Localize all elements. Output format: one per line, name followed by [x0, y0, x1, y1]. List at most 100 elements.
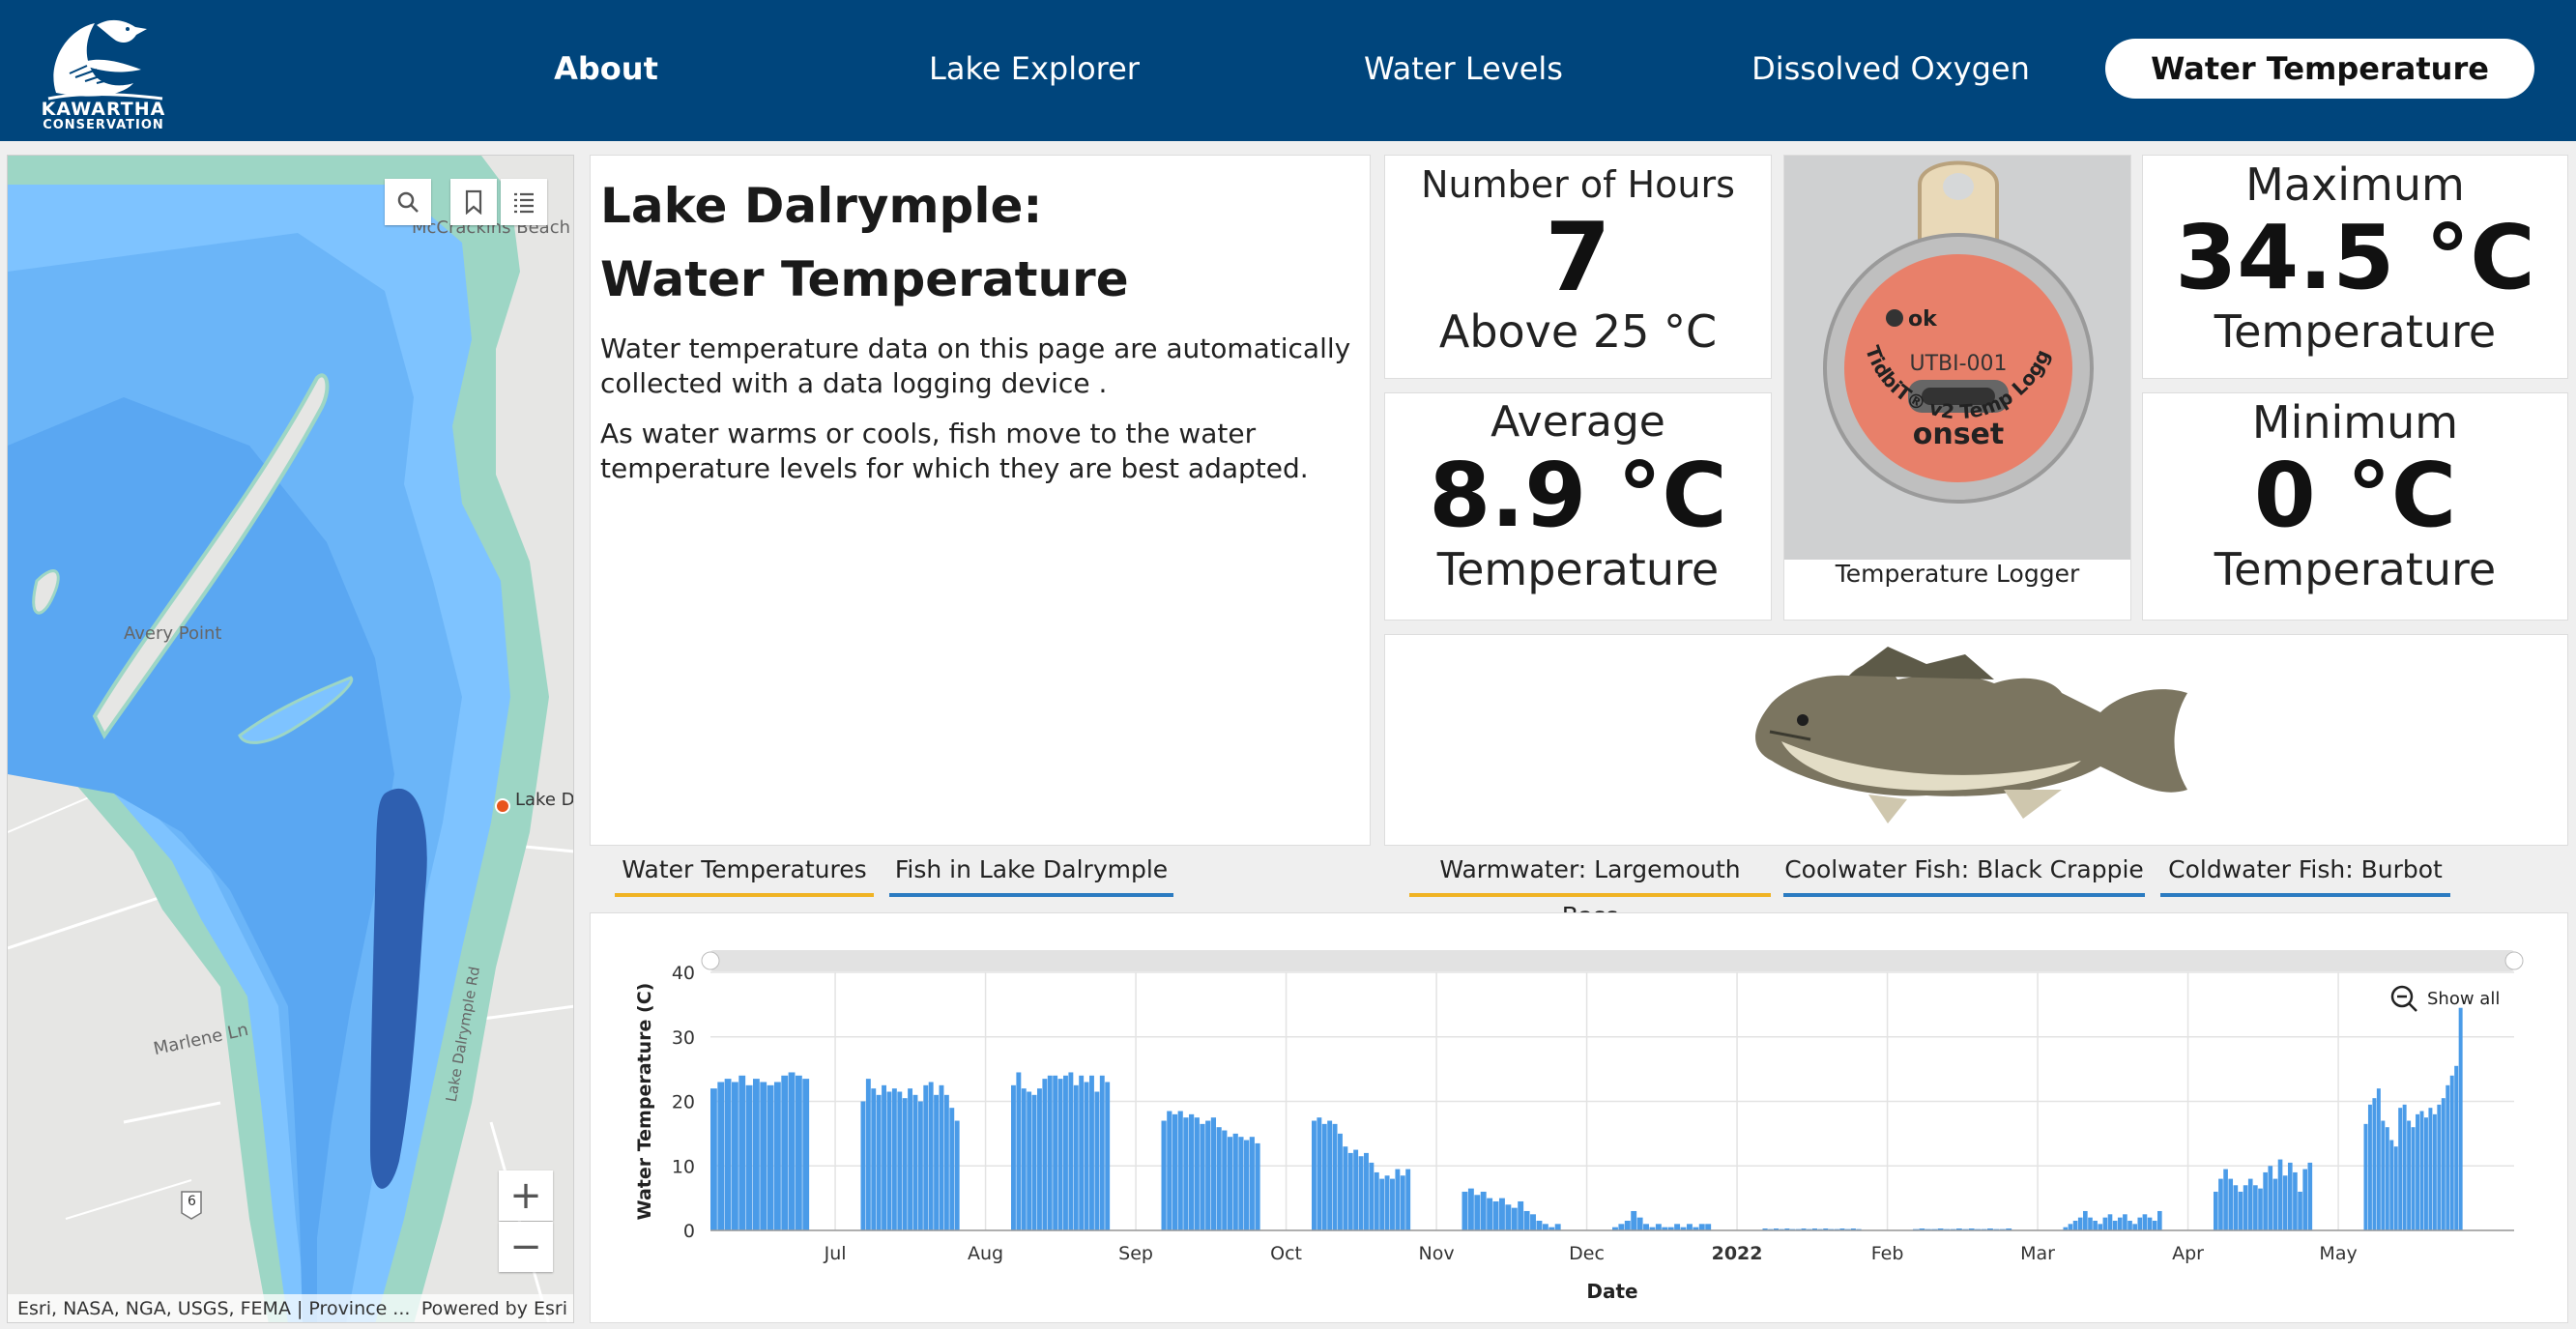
chart-bar — [795, 1075, 802, 1230]
x-tick-label: Sep — [1118, 1243, 1153, 1264]
chart-bar — [2385, 1127, 2389, 1230]
chart-bar — [1364, 1152, 1369, 1230]
stat-maximum-label: Maximum — [2245, 159, 2465, 211]
nav-lake-explorer[interactable]: Lake Explorer — [909, 39, 1160, 99]
chart-bar — [2372, 1098, 2377, 1230]
stat-hours-label: Number of Hours — [1421, 163, 1735, 206]
chart-bar — [724, 1079, 732, 1230]
chart-bar — [2458, 1007, 2463, 1230]
stat-maximum-temperature: Maximum 34.5 °C Temperature — [2142, 155, 2568, 379]
map-attribution[interactable]: Esri, NASA, NGA, USGS, FEMA | Province .… — [17, 1294, 410, 1322]
chart-bar — [1624, 1220, 1631, 1230]
tab-fish-in-lake-dalrymple[interactable]: Fish in Lake Dalrymple — [889, 847, 1173, 897]
tab-coldwater-burbot[interactable]: Coldwater Fish: Burbot — [2160, 847, 2450, 897]
chart-bar — [871, 1088, 877, 1230]
chart-bar — [2112, 1220, 2118, 1230]
chart-bar — [1057, 1079, 1063, 1230]
map-label-avery-point: Avery Point — [124, 623, 222, 644]
powered-by-esri[interactable]: Powered by Esri — [421, 1294, 567, 1322]
map-legend-button[interactable] — [501, 179, 547, 225]
nav-about[interactable]: About — [503, 39, 709, 99]
chart-bar — [1255, 1142, 1260, 1230]
chart-bar — [1405, 1169, 1411, 1230]
tab-water-temperatures[interactable]: Water Temperatures — [615, 847, 874, 897]
stat-minimum-label: Minimum — [2251, 396, 2459, 448]
stat-average-value: 8.9 °C — [1429, 444, 1727, 547]
fish-image-card — [1384, 634, 2568, 846]
stat-average-temperature: Average 8.9 °C Temperature — [1384, 392, 1772, 621]
chart-bar — [1222, 1130, 1228, 1230]
chart-bar — [1172, 1113, 1178, 1230]
chart-bar — [923, 1084, 929, 1230]
chart-bar — [886, 1091, 892, 1230]
chart-scrollbar — [710, 950, 2514, 971]
map-search-button[interactable] — [385, 179, 431, 225]
chart-bar — [2398, 1108, 2403, 1230]
chart-bar — [2093, 1220, 2098, 1230]
chart-bar — [943, 1094, 949, 1230]
chart-bar — [876, 1094, 882, 1230]
chart-bar — [717, 1082, 725, 1230]
tab-coolwater-black-crappie[interactable]: Coolwater Fish: Black Crappie — [1783, 847, 2145, 897]
stat-hours-unit: Above 25 °C — [1438, 305, 1718, 358]
chart-bar — [2152, 1220, 2157, 1230]
chart-bar — [1089, 1075, 1094, 1230]
chart-bar — [2446, 1084, 2450, 1230]
chart-bar — [939, 1084, 944, 1230]
chart-bar — [2367, 1104, 2372, 1230]
chart-bar — [2287, 1162, 2293, 1230]
chart-bar — [2123, 1214, 2127, 1230]
page-title-line1: Lake Dalrymple: — [600, 178, 1043, 234]
chart-bar — [2147, 1217, 2153, 1230]
chart-bar — [2132, 1224, 2137, 1230]
zoom-out-button[interactable]: − — [499, 1222, 553, 1272]
water-temperature-chart[interactable]: 0 10 20 30 40 Jul Aug Sep Oct Nov Dec 2022 Feb Mar Apr… — [591, 913, 2569, 1324]
lake-map[interactable]: McCrackins Beach Avery Point Lake Dalrym… — [7, 155, 574, 1323]
chart-bar — [1505, 1204, 1512, 1230]
chart-bar — [2449, 1075, 2454, 1230]
tab-warmwater-largemouth-bass[interactable]: Warmwater: Largemouth Bass — [1409, 847, 1771, 930]
stat-hours-value: 7 — [1545, 203, 1611, 313]
chart-bar — [710, 1088, 717, 1230]
chart-bar — [1332, 1123, 1338, 1230]
chart-bar — [1343, 1146, 1348, 1230]
chart-bar — [2263, 1171, 2268, 1230]
chart-bar — [2376, 1088, 2381, 1230]
chart-bar — [2233, 1185, 2239, 1230]
x-tick-label: Mar — [2020, 1243, 2055, 1264]
chart-bar — [1395, 1169, 1401, 1230]
chart-bar — [1379, 1178, 1385, 1230]
map-basemap[interactable] — [8, 156, 574, 1323]
chart-bar — [1205, 1120, 1211, 1230]
zoom-in-button[interactable]: + — [499, 1170, 553, 1221]
chart-bar — [1037, 1088, 1042, 1230]
chart-bar — [934, 1094, 940, 1230]
temperature-logger-photo: ok UTBI-001 onset TidbiT® v2 Temp Logger — [1784, 156, 2130, 560]
chart-bar — [1016, 1072, 1022, 1230]
chart-bar — [1636, 1217, 1643, 1230]
chart-bar — [1183, 1117, 1189, 1230]
chart-bar — [2228, 1178, 2234, 1230]
show-all-button[interactable]: Show all — [2388, 983, 2500, 1014]
chart-bar — [1467, 1188, 1474, 1230]
nav-water-levels[interactable]: Water Levels — [1338, 39, 1589, 99]
nav-water-temperature[interactable]: Water Temperature — [2105, 39, 2534, 99]
nav-dissolved-oxygen[interactable]: Dissolved Oxygen — [1740, 39, 2041, 99]
chart-bar — [882, 1084, 887, 1230]
chart-bar — [1031, 1094, 1037, 1230]
page-title-line2: Water Temperature — [600, 251, 1129, 307]
chart-bar — [954, 1120, 960, 1230]
y-tick-label: 10 — [672, 1156, 695, 1177]
chart-bar — [1042, 1079, 1048, 1230]
intro-card: Lake Dalrymple: Water Temperature Water … — [590, 155, 1371, 846]
map-attribution-bar: Esri, NASA, NGA, USGS, FEMA | Province .… — [8, 1294, 573, 1322]
chart-bar — [1487, 1198, 1493, 1230]
chart-bar — [1249, 1137, 1255, 1230]
page-title: Lake Dalrymple: Water Temperature — [600, 169, 1360, 316]
chart-bar — [1498, 1198, 1505, 1230]
chart-bar — [1200, 1123, 1205, 1230]
chart-bar — [1047, 1075, 1053, 1230]
map-bookmarks-button[interactable] — [450, 179, 497, 225]
chart-bar — [1079, 1075, 1085, 1230]
chart-bar — [2307, 1162, 2313, 1230]
